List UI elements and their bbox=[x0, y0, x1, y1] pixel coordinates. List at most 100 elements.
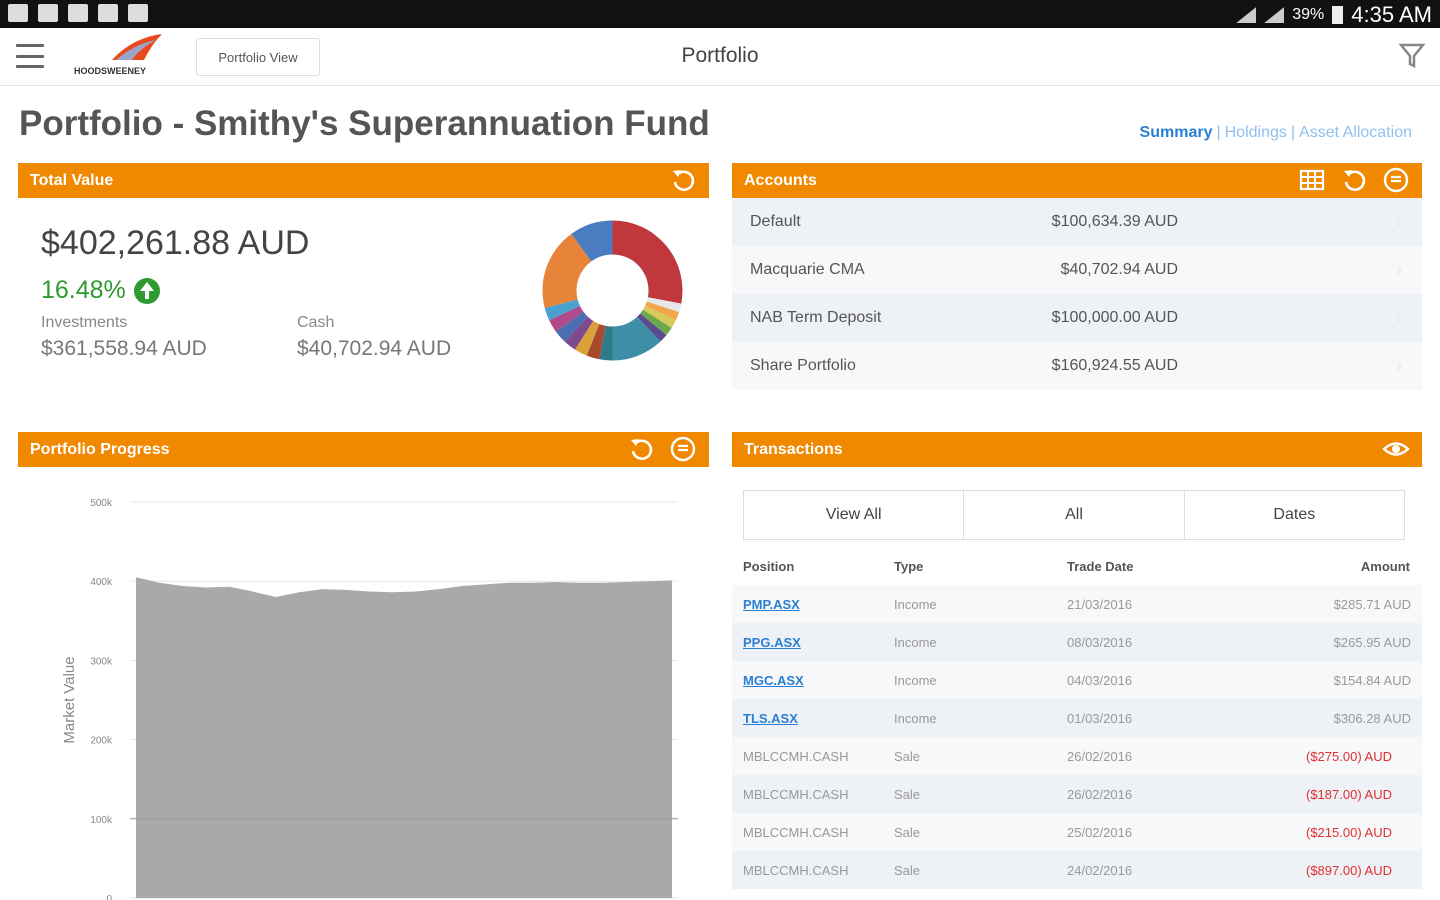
area-series[interactable] bbox=[136, 577, 672, 898]
transactions-header: Transactions bbox=[732, 432, 1422, 467]
chevron-right-icon: › bbox=[1396, 260, 1402, 280]
y-tick-label: 500k bbox=[90, 498, 113, 509]
total-value-change: 16.48% bbox=[41, 276, 160, 305]
transaction-row[interactable]: PMP.ASX Income 21/03/2016 $285.71 AUD bbox=[732, 585, 1422, 623]
total-value-title: Total Value bbox=[30, 172, 114, 189]
column-header-type[interactable]: Type bbox=[894, 559, 923, 574]
account-row[interactable]: Default $100,634.39 AUD › bbox=[732, 198, 1422, 246]
account-value: $100,634.39 AUD bbox=[1051, 213, 1178, 230]
y-tick-label: 100k bbox=[90, 815, 113, 826]
account-name: Macquarie CMA bbox=[750, 261, 865, 278]
cash-label: Cash bbox=[297, 314, 335, 331]
column-header-amount[interactable]: Amount bbox=[1361, 559, 1410, 574]
chevron-right-icon: › bbox=[1396, 212, 1402, 232]
collapse-icon[interactable] bbox=[669, 435, 697, 463]
clock: 4:35 AM bbox=[1351, 2, 1432, 27]
eye-icon[interactable] bbox=[1382, 435, 1410, 463]
refresh-icon[interactable] bbox=[669, 166, 697, 194]
tab-summary[interactable]: Summary bbox=[1140, 124, 1213, 141]
position-link[interactable]: PPG.ASX bbox=[743, 635, 801, 650]
transaction-type: Sale bbox=[894, 787, 921, 802]
transaction-row[interactable]: MBLCCMH.CASH Sale 24/02/2016 ($897.00) A… bbox=[732, 851, 1422, 889]
position-link[interactable]: MGC.ASX bbox=[743, 673, 804, 688]
transaction-row[interactable]: MBLCCMH.CASH Sale 25/02/2016 ($215.00) A… bbox=[732, 813, 1422, 851]
chat-icon bbox=[98, 4, 118, 22]
portfolio-progress-title: Portfolio Progress bbox=[30, 441, 170, 458]
grid-icon[interactable] bbox=[1298, 166, 1326, 194]
y-tick-label: 300k bbox=[90, 656, 113, 667]
transaction-amount: ($275.00) AUD bbox=[1306, 749, 1392, 764]
position-name: MBLCCMH.CASH bbox=[743, 787, 849, 802]
total-value-header: Total Value bbox=[18, 163, 709, 198]
filter-type-button[interactable]: All bbox=[964, 491, 1185, 539]
cash-value: $40,702.94 AUD bbox=[297, 337, 452, 360]
menu-icon[interactable] bbox=[16, 44, 44, 68]
transaction-row[interactable]: MBLCCMH.CASH Sale 26/02/2016 ($275.00) A… bbox=[732, 737, 1422, 775]
trade-date: 21/03/2016 bbox=[1067, 597, 1133, 612]
filter-view-all-button[interactable]: View All bbox=[744, 491, 965, 539]
y-tick-label: 0 bbox=[106, 894, 112, 900]
portfolio-view-button[interactable]: Portfolio View bbox=[196, 38, 320, 76]
accounts-title: Accounts bbox=[744, 172, 817, 189]
arrow-up-icon bbox=[133, 277, 160, 304]
tab-asset-allocation[interactable]: Asset Allocation bbox=[1299, 124, 1412, 141]
app-bar: HOODSWEENEY Portfolio View Portfolio bbox=[0, 28, 1440, 86]
account-name: NAB Term Deposit bbox=[750, 309, 882, 326]
y-tick-label: 200k bbox=[90, 736, 113, 747]
column-header-position[interactable]: Position bbox=[743, 559, 794, 574]
transaction-amount: $306.28 AUD bbox=[1333, 711, 1411, 726]
portfolio-progress-chart[interactable]: 0 100k 200k 300k 400k 500k Market Value bbox=[18, 480, 708, 900]
transaction-type: Sale bbox=[894, 749, 921, 764]
company-logo: HOODSWEENEY bbox=[74, 34, 162, 76]
position-link[interactable]: PMP.ASX bbox=[743, 597, 800, 612]
transaction-type: Sale bbox=[894, 825, 921, 840]
battery-percent: 39% bbox=[1292, 6, 1325, 23]
investments-value: $361,558.94 AUD bbox=[41, 337, 207, 360]
signal-icon bbox=[1236, 7, 1257, 23]
transaction-type: Income bbox=[894, 635, 937, 650]
transaction-type: Income bbox=[894, 597, 937, 612]
tab-holdings[interactable]: Holdings bbox=[1225, 124, 1287, 141]
account-value: $40,702.94 AUD bbox=[1060, 261, 1178, 278]
position-link[interactable]: TLS.ASX bbox=[743, 711, 798, 726]
change-percent: 16.48% bbox=[41, 276, 126, 304]
transaction-row[interactable]: MBLCCMH.CASH Sale 26/02/2016 ($187.00) A… bbox=[732, 775, 1422, 813]
chevron-right-icon: › bbox=[1396, 308, 1402, 328]
warning-icon bbox=[38, 4, 58, 22]
trade-date: 01/03/2016 bbox=[1067, 711, 1133, 726]
transaction-row[interactable]: TLS.ASX Income 01/03/2016 $306.28 AUD bbox=[732, 699, 1422, 737]
trade-date: 26/02/2016 bbox=[1067, 749, 1133, 764]
trade-date: 04/03/2016 bbox=[1067, 673, 1133, 688]
account-row[interactable]: NAB Term Deposit $100,000.00 AUD › bbox=[732, 294, 1422, 342]
account-row[interactable]: Macquarie CMA $40,702.94 AUD › bbox=[732, 246, 1422, 294]
transaction-row[interactable]: MGC.ASX Income 04/03/2016 $154.84 AUD bbox=[732, 661, 1422, 699]
chevron-right-icon: › bbox=[1396, 356, 1402, 376]
image-icon bbox=[68, 4, 88, 22]
trade-date: 26/02/2016 bbox=[1067, 787, 1133, 802]
transaction-type: Income bbox=[894, 711, 937, 726]
tab-separator: | bbox=[1290, 124, 1296, 141]
account-row[interactable]: Share Portfolio $160,924.55 AUD › bbox=[732, 342, 1422, 390]
transaction-type: Sale bbox=[894, 863, 921, 878]
store-icon bbox=[128, 4, 148, 22]
collapse-icon[interactable] bbox=[1382, 166, 1410, 194]
view-tabs: Summary | Holdings | Asset Allocation bbox=[1140, 124, 1412, 142]
transaction-row[interactable]: PPG.ASX Income 08/03/2016 $265.95 AUD bbox=[732, 623, 1422, 661]
position-name: MBLCCMH.CASH bbox=[743, 825, 849, 840]
cast-icon bbox=[8, 4, 28, 22]
allocation-donut-chart[interactable] bbox=[540, 218, 685, 363]
transaction-amount: ($215.00) AUD bbox=[1306, 825, 1392, 840]
donut-slice[interactable] bbox=[612, 220, 683, 304]
column-header-trade-date[interactable]: Trade Date bbox=[1067, 559, 1133, 574]
status-right: 39% 4:35 AM bbox=[1236, 2, 1432, 28]
trade-date: 25/02/2016 bbox=[1067, 825, 1133, 840]
refresh-icon[interactable] bbox=[1340, 166, 1368, 194]
account-name: Share Portfolio bbox=[750, 357, 856, 374]
filter-icon[interactable] bbox=[1398, 42, 1426, 70]
transaction-amount: $285.71 AUD bbox=[1333, 597, 1411, 612]
investments-label: Investments bbox=[41, 314, 128, 331]
filter-dates-button[interactable]: Dates bbox=[1185, 491, 1404, 539]
refresh-icon[interactable] bbox=[627, 435, 655, 463]
status-bar: 39% 4:35 AM bbox=[0, 0, 1440, 28]
transaction-filters: View All All Dates bbox=[743, 490, 1405, 540]
